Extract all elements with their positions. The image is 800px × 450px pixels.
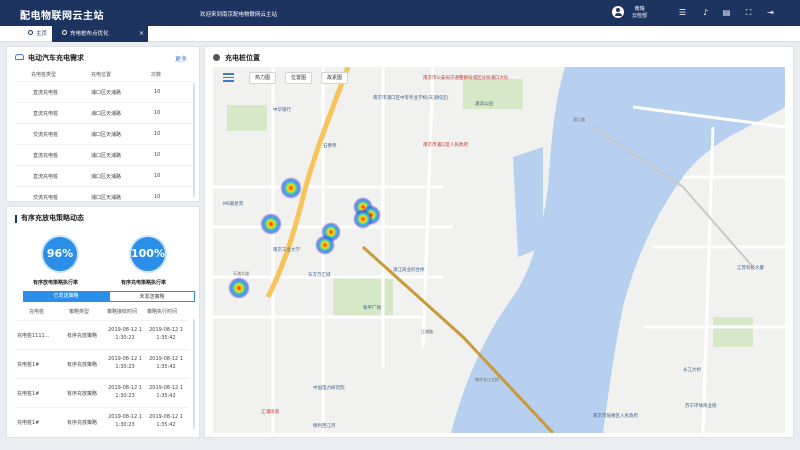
col-recv-time: 策略接收时间 xyxy=(107,309,138,315)
unsent-strategy-toggle[interactable]: 未发送策略 xyxy=(109,291,195,302)
green-area xyxy=(713,317,753,347)
location-pin-icon xyxy=(213,54,220,61)
table-row[interactable]: 直流充电桩 浦口区天浦路 10 xyxy=(15,144,191,165)
col-exec-time: 策略执行时间 xyxy=(147,309,178,315)
map-poi: 保利西江月 xyxy=(313,424,336,429)
heat-spot xyxy=(260,213,282,235)
table-row[interactable]: 直流充电桩 浦口区天浦路 10 xyxy=(15,165,191,186)
home-dot-icon xyxy=(28,30,33,35)
welcome-text: 欢迎来到南京配电物联网云主站 xyxy=(200,12,278,18)
map-poi: MS嘉星苑 xyxy=(223,202,244,207)
top-bar: 配电物联网云主站 欢迎来到南京配电物联网云主站 南瑞 云检部 ☰ ♪ ▤ ⛶ ⇥ xyxy=(0,0,800,26)
map-poi: 苏宁环球商业街 xyxy=(685,404,717,409)
location-map-button[interactable]: 位置图 xyxy=(285,72,313,84)
heatmap-button[interactable]: 热力图 xyxy=(249,72,277,84)
map-panel: 充电桩位置 热力图 位置图 故素图 南京市公安局交通警察局城区分局浦口大队 南京… xyxy=(204,46,794,438)
map-poi: 浦江商业综合体 xyxy=(393,268,425,273)
map-poi: 江浦街道 xyxy=(261,410,279,415)
list-icon[interactable]: ☰ xyxy=(678,8,687,17)
close-icon[interactable]: × xyxy=(139,26,144,42)
user-name: 南瑞 xyxy=(634,6,645,12)
table-row[interactable]: 充电桩1# 有序充放策略 2019-08-12 1 1:30:23 2019-08-… xyxy=(15,349,189,378)
map-poi: 和平广场 xyxy=(363,306,381,311)
discharge-rate-gauge: 96% xyxy=(43,237,77,271)
map-road-label: 南京长江大桥 xyxy=(475,377,499,382)
car-icon xyxy=(15,54,24,60)
charge-rate-gauge: 100% xyxy=(131,237,165,271)
user-info[interactable]: 南瑞 云检部 xyxy=(632,6,647,20)
table-row[interactable]: 充电桩1# 有序充放策略 2019-08-12 1 1:30:23 2019-08-… xyxy=(15,378,189,407)
table-row[interactable]: 直流充电桩 浦口区天浦路 10 xyxy=(15,102,191,123)
map-poi: 南京市浦口区中等专业学校(天浦校区) xyxy=(373,96,449,101)
map-poi: 长江大桥 xyxy=(683,368,701,373)
map-poi: 东方万汇城 xyxy=(308,273,331,278)
user-dept: 云检部 xyxy=(632,13,648,19)
green-area xyxy=(463,79,523,109)
logout-icon[interactable]: ⇥ xyxy=(766,8,775,17)
heat-spot xyxy=(315,235,335,255)
map-title: 充电桩位置 xyxy=(225,54,260,62)
map-poi: 浦滨公园 xyxy=(475,102,493,107)
table-row[interactable]: 交流充电桩 浦口区天浦路 10 xyxy=(15,123,191,144)
discharge-rate-label: 有序放电策略执行率 xyxy=(33,280,79,286)
green-area xyxy=(227,105,267,131)
tab-bar: 主页 充电桩布点优化 × xyxy=(0,26,800,42)
bell-icon[interactable]: ♪ xyxy=(701,8,710,17)
map-canvas[interactable]: 热力图 位置图 故素图 南京市公安局交通警察局城区分局浦口大队 南京市浦口区中等… xyxy=(213,67,785,433)
tab-charging-optimization[interactable]: 充电桩布点优化 × xyxy=(52,26,148,42)
map-road-label: 江浦路 xyxy=(421,329,433,334)
col-location: 充电位置 xyxy=(91,72,112,78)
title-bar-mark xyxy=(15,215,17,223)
table-row[interactable]: 充电桩1# 有序充放策略 2019-08-12 1 1:30:23 2019-08-… xyxy=(15,407,189,436)
map-poi: 中国电力研究院 xyxy=(313,386,345,391)
demand-title: 电动汽车充电需求 xyxy=(28,54,84,62)
heat-spot xyxy=(280,177,302,199)
demand-panel: 电动汽车充电需求 更多 充电桩类型 充电位置 次数 直流充电桩 浦口区天浦路 10 … xyxy=(6,46,200,202)
map-poi: 江苏科技大厦 xyxy=(737,266,764,271)
table-row[interactable]: 直流充电桩 浦口区天浦路 10 xyxy=(15,81,191,102)
tab-home[interactable]: 主页 xyxy=(18,26,50,42)
brand-title: 配电物联网云主站 xyxy=(20,11,104,22)
menu-icon[interactable] xyxy=(223,73,234,82)
fault-map-button[interactable]: 故素图 xyxy=(321,72,349,84)
map-poi: 南京市公安局交通警察局城区分局浦口大队 xyxy=(423,76,509,81)
fullscreen-icon[interactable]: ⛶ xyxy=(744,8,753,17)
map-road-label: 滨江路 xyxy=(573,117,585,122)
map-poi: 南京市鼓楼区人民政府 xyxy=(593,414,638,419)
strategy-scrollbar[interactable] xyxy=(193,319,195,429)
more-link[interactable]: 更多 xyxy=(175,54,187,63)
sent-strategy-toggle[interactable]: 已发送策略 xyxy=(23,291,109,302)
strategy-title: 有序充放电策略动态 xyxy=(21,214,84,222)
charge-rate-label: 有序充电策略执行率 xyxy=(121,280,167,286)
heat-spot xyxy=(228,277,250,299)
demand-scrollbar[interactable] xyxy=(193,83,195,197)
table-row[interactable]: 充电桩1111... 有序充放策略 2019-08-12 1 1:30:23 201… xyxy=(15,320,189,349)
map-poi: 南京市浦口区人民政府 xyxy=(423,143,468,148)
document-icon[interactable]: ▤ xyxy=(722,8,731,17)
river-branch xyxy=(513,147,543,257)
map-road-label: 天浦大道 xyxy=(233,271,249,276)
col-pile: 充电桩 xyxy=(29,309,45,315)
col-strategy-type: 策略类型 xyxy=(69,309,90,315)
col-pile-type: 充电桩类型 xyxy=(31,72,57,78)
map-poi: 石佛寺 xyxy=(323,144,337,149)
heat-spot xyxy=(353,209,373,229)
map-poi: 中华银行 xyxy=(273,108,291,113)
col-count: 次数 xyxy=(151,72,162,78)
user-icon[interactable] xyxy=(612,6,624,18)
table-row[interactable]: 交流充电桩 浦口区天浦路 10 xyxy=(15,186,191,202)
map-poi: 南京工业大学 xyxy=(273,248,300,253)
tab-dot-icon xyxy=(62,30,67,35)
strategy-panel: 有序充放电策略动态 96% 100% 有序放电策略执行率 有序充电策略执行率 已… xyxy=(6,206,200,438)
